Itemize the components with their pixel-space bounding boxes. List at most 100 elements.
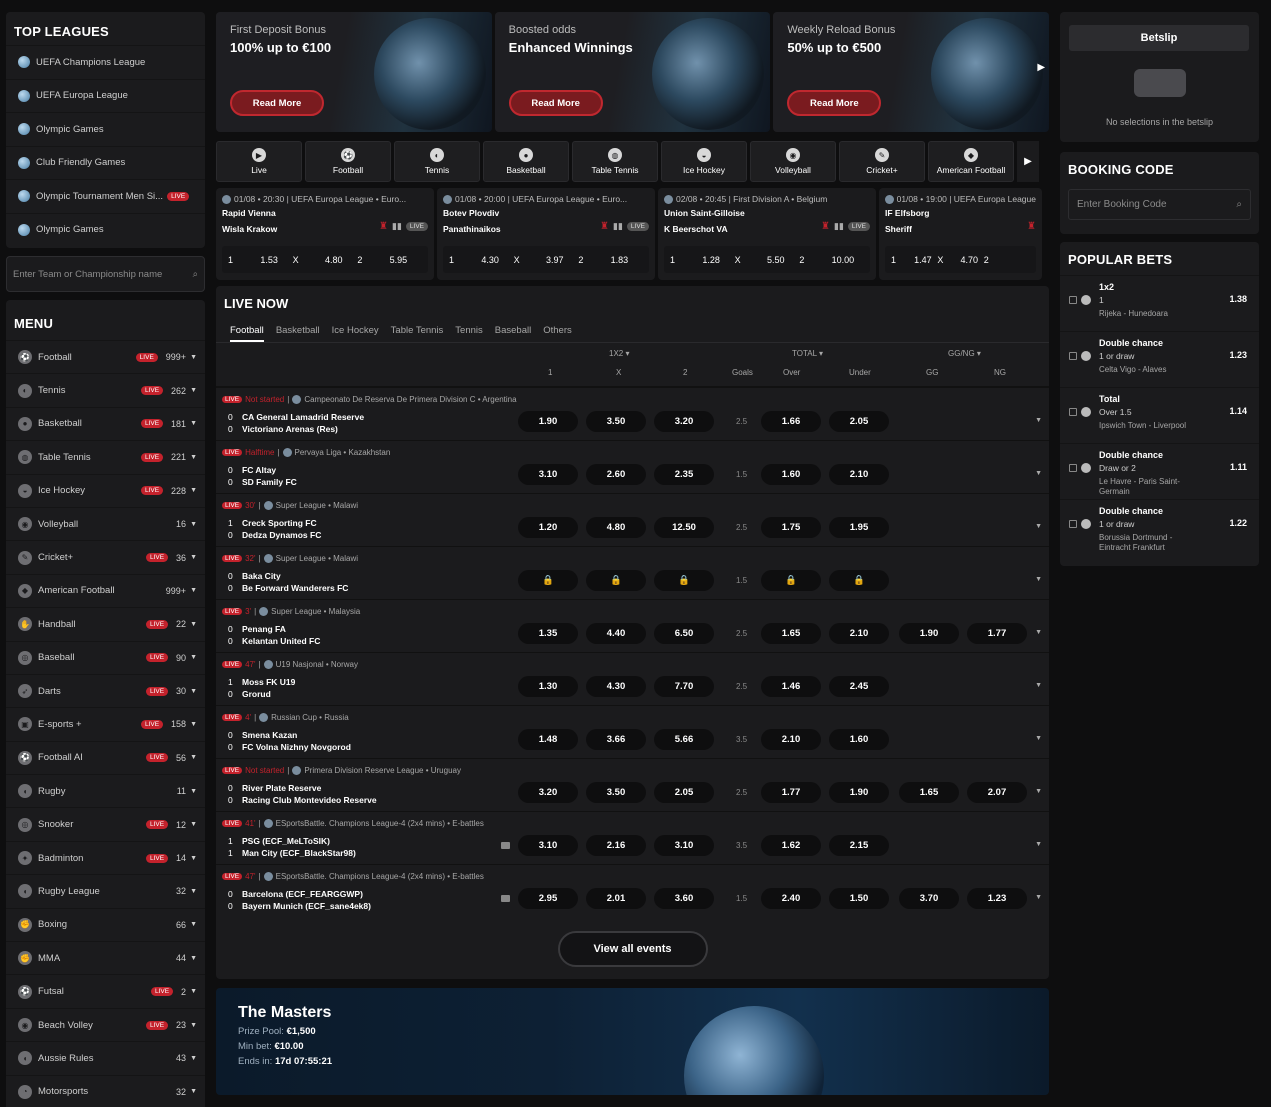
chevron-down-icon[interactable]: ▼: [190, 354, 197, 361]
stream-icon[interactable]: [501, 895, 510, 902]
tab-baseball[interactable]: Baseball: [495, 325, 531, 342]
tab-football[interactable]: Football: [230, 325, 264, 342]
odd-ng[interactable]: 2.07: [967, 782, 1027, 803]
popular-bet-item[interactable]: Total Over 1.5 Ipswich Town - Liverpool 1.1…: [1060, 387, 1259, 443]
menu-item-american-football[interactable]: ◆ American Football 999+ ▼: [6, 573, 205, 607]
menu-item-e-sports[interactable]: ▣ E-sports + LIVE 158 ▼: [6, 707, 205, 740]
betslip-tab[interactable]: Betslip: [1069, 25, 1249, 51]
event-row[interactable]: LIVE 3' | Super League • Malaysia 0 0 Penang F…: [216, 599, 1049, 652]
tab-basketball[interactable]: Basketball: [276, 325, 320, 342]
view-all-events-button[interactable]: View all events: [557, 931, 708, 967]
menu-item-motorsports[interactable]: ◔ Motorsports 32 ▼: [6, 1074, 205, 1107]
odd-over[interactable]: 1.62: [761, 835, 821, 856]
menu-item-beach-volley[interactable]: ◉ Beach Volley LIVE 23 ▼: [6, 1007, 205, 1041]
event-row[interactable]: LIVE 30' | Super League • Malawi 1 0 Creck Spo…: [216, 493, 1049, 546]
odd-o2[interactable]: 3.20: [654, 411, 714, 432]
promo-banner[interactable]: First Deposit Bonus 100% up to €100 Read M…: [216, 12, 492, 132]
odd-over[interactable]: 1.65: [761, 623, 821, 644]
odd-value[interactable]: 10.00: [832, 255, 864, 265]
odd-o1[interactable]: 1.90: [518, 411, 578, 432]
popular-bet-item[interactable]: 1x2 1 Rijeka - Hunedoara 1.38: [1060, 275, 1259, 331]
odd-ox[interactable]: 3.50: [586, 782, 646, 803]
featured-match-card[interactable]: 01/08 • 19:00 | UEFA Europa League IF Elf…: [879, 188, 1042, 280]
menu-item-basketball[interactable]: ● Basketball LIVE 181 ▼: [6, 406, 205, 440]
chevron-down-icon[interactable]: ▼: [190, 521, 197, 528]
menu-item-boxing[interactable]: ✊ Boxing 66 ▼: [6, 907, 205, 941]
odd-gg[interactable]: 1.65: [899, 782, 959, 803]
menu-item-ice-hockey[interactable]: ◒ Ice Hockey LIVE 228 ▼: [6, 473, 205, 507]
chevron-down-icon[interactable]: ▼: [1035, 576, 1042, 583]
odd-ox[interactable]: 2.01: [586, 888, 646, 909]
odd-o2[interactable]: 12.50: [654, 517, 714, 538]
sport-tab-ice-hockey[interactable]: ◒ Ice Hockey: [661, 141, 747, 182]
popular-bet-item[interactable]: Double chance 1 or draw Borussia Dortmund …: [1060, 499, 1259, 555]
odd-o2[interactable]: 3.10: [654, 835, 714, 856]
chevron-down-icon[interactable]: ▼: [190, 855, 197, 862]
odd-over[interactable]: 1.60: [761, 464, 821, 485]
menu-item-aussie-rules[interactable]: ◖ Aussie Rules 43 ▼: [6, 1041, 205, 1074]
read-more-button[interactable]: Read More: [787, 90, 882, 116]
chevron-down-icon[interactable]: ▼: [190, 487, 197, 494]
odd-under[interactable]: 2.10: [829, 623, 889, 644]
select-checkbox[interactable]: [1069, 520, 1077, 528]
odd-under[interactable]: 2.10: [829, 464, 889, 485]
featured-match-card[interactable]: 01/08 • 20:00 | UEFA Europa League • Eur…: [437, 188, 655, 280]
odd-ox[interactable]: 2.16: [586, 835, 646, 856]
chevron-down-icon[interactable]: ▼: [1035, 841, 1042, 848]
popular-bet-item[interactable]: Double chance Draw or 2 Le Havre - Paris S…: [1060, 443, 1259, 499]
odd-o1[interactable]: 1.30: [518, 676, 578, 697]
menu-item-handball[interactable]: ✋ Handball LIVE 22 ▼: [6, 607, 205, 640]
chevron-down-icon[interactable]: ▼: [190, 888, 197, 895]
odd-o1[interactable]: 1.48: [518, 729, 578, 750]
bet-odd[interactable]: 1.11: [1230, 462, 1247, 472]
popular-bet-item[interactable]: Double chance 1 or draw Celta Vigo - Alave…: [1060, 331, 1259, 387]
odd-o1[interactable]: 3.10: [518, 464, 578, 485]
menu-item-tennis[interactable]: ◐ Tennis LIVE 262 ▼: [6, 373, 205, 406]
menu-item-football-ai[interactable]: ⚽ Football AI LIVE 56 ▼: [6, 740, 205, 774]
chevron-down-icon[interactable]: ▼: [190, 621, 197, 628]
odd-value[interactable]: 4.30: [481, 255, 513, 265]
read-more-button[interactable]: Read More: [508, 90, 603, 116]
booking-code-input[interactable]: Enter Booking Code ⌕: [1068, 189, 1251, 220]
odd-o2[interactable]: 🔒: [654, 570, 714, 591]
odd-over[interactable]: 1.75: [761, 517, 821, 538]
bet-odd[interactable]: 1.23: [1229, 350, 1247, 360]
menu-item-football[interactable]: ⚽ Football LIVE 999+ ▼: [6, 340, 205, 373]
menu-item-snooker[interactable]: ◎ Snooker LIVE 12 ▼: [6, 807, 205, 840]
bet-odd[interactable]: 1.22: [1229, 518, 1247, 528]
chevron-down-icon[interactable]: ▼: [190, 988, 197, 995]
select-checkbox[interactable]: [1069, 296, 1077, 304]
menu-item-badminton[interactable]: ✦ Badminton LIVE 14 ▼: [6, 840, 205, 874]
top-league-item[interactable]: UEFA Champions League: [6, 45, 205, 79]
menu-item-cricket[interactable]: ✎ Cricket+ LIVE 36 ▼: [6, 540, 205, 573]
menu-item-mma[interactable]: ✊ MMA 44 ▼: [6, 941, 205, 974]
odd-o2[interactable]: 2.35: [654, 464, 714, 485]
sport-tab-table-tennis[interactable]: ◍ Table Tennis: [572, 141, 658, 182]
chevron-down-icon[interactable]: ▼: [190, 821, 197, 828]
odd-o1[interactable]: 3.10: [518, 835, 578, 856]
odd-ox[interactable]: 4.80: [586, 517, 646, 538]
odd-ox[interactable]: 4.40: [586, 623, 646, 644]
select-checkbox[interactable]: [1069, 464, 1077, 472]
odd-value[interactable]: 1.47: [914, 255, 937, 265]
sport-tab-cricket-[interactable]: ✎ Cricket+: [839, 141, 925, 182]
chevron-down-icon[interactable]: ▼: [1035, 417, 1042, 424]
featured-match-card[interactable]: 01/08 • 20:30 | UEFA Europa League • Eur…: [216, 188, 434, 280]
chevron-down-icon[interactable]: ▼: [190, 554, 197, 561]
odd-value[interactable]: 4.80: [325, 255, 357, 265]
live-stream-icon[interactable]: ♜: [821, 221, 830, 232]
odd-ox[interactable]: 4.30: [586, 676, 646, 697]
odd-ox[interactable]: 3.66: [586, 729, 646, 750]
odd-o2[interactable]: 5.66: [654, 729, 714, 750]
event-row[interactable]: LIVE 47' | U19 Nasjonal • Norway 1 0 Moss FK U…: [216, 652, 1049, 705]
chevron-down-icon[interactable]: ▼: [190, 454, 197, 461]
masters-tournament-banner[interactable]: The Masters Prize Pool: €1,500 Min bet: …: [216, 988, 1049, 1095]
event-row[interactable]: LIVE 32' | Super League • Malawi 0 0 Baka City…: [216, 546, 1049, 599]
stats-icon[interactable]: ▮▮: [613, 221, 623, 232]
menu-item-rugby-league[interactable]: ◖ Rugby League 32 ▼: [6, 874, 205, 907]
chevron-down-icon[interactable]: ▼: [190, 387, 197, 394]
header-total[interactable]: TOTAL ▾: [792, 349, 823, 358]
promo-banner[interactable]: Weekly Reload Bonus 50% up to €500 Read Mo…: [773, 12, 1050, 132]
odd-under[interactable]: 1.60: [829, 729, 889, 750]
select-checkbox[interactable]: [1069, 352, 1077, 360]
